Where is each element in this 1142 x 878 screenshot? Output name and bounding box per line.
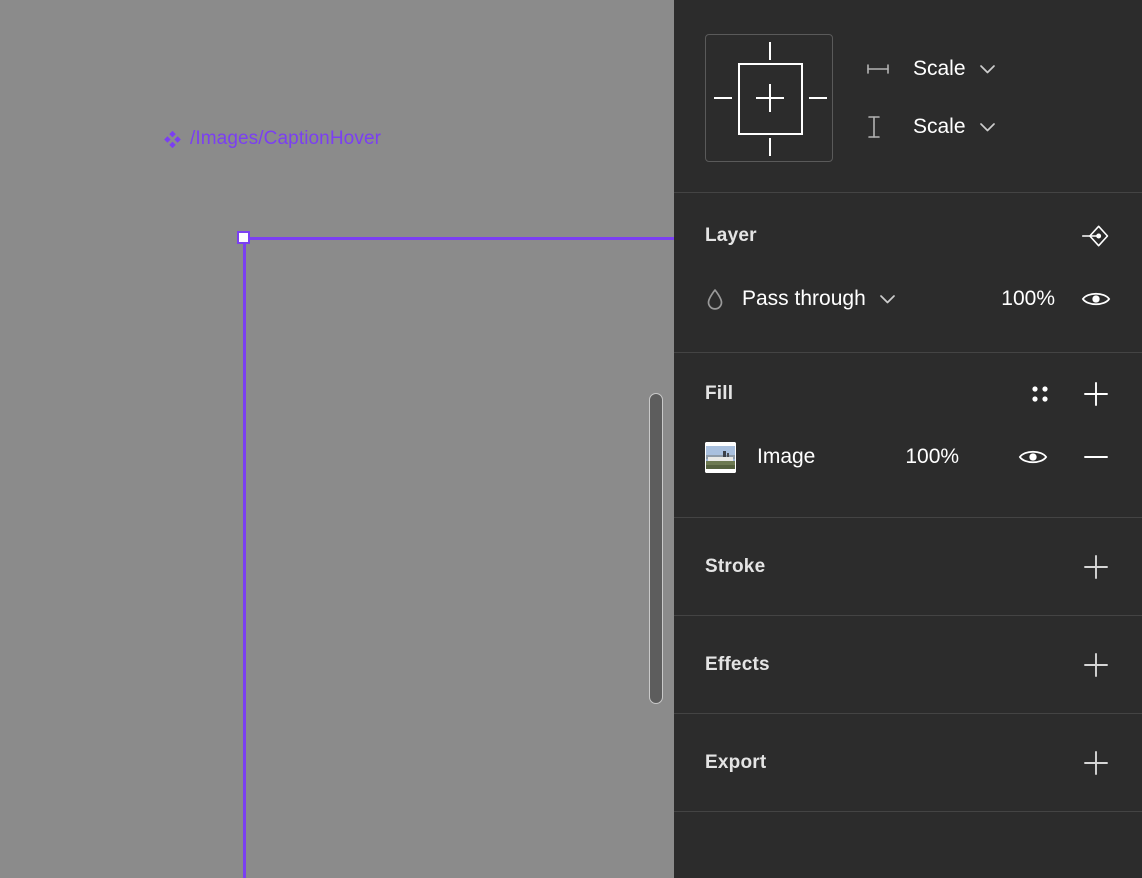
- layer-section-title: Layer: [705, 225, 757, 246]
- frame-label-text: /Images/CaptionHover: [190, 128, 382, 149]
- remove-fill-minus-icon[interactable]: [1081, 442, 1111, 472]
- layer-section: Layer Pass through 100%: [674, 193, 1142, 353]
- horizontal-constraint-value: Scale: [913, 57, 966, 80]
- stroke-section-title: Stroke: [705, 555, 766, 577]
- effects-section: Effects: [674, 616, 1142, 714]
- chevron-down-icon[interactable]: [879, 294, 896, 305]
- vertical-constraint-icon: [866, 116, 896, 138]
- constraint-dropdowns: Scale Scale: [866, 57, 996, 139]
- selection-outline: [243, 237, 674, 878]
- export-section-title: Export: [705, 751, 767, 773]
- add-effect-plus-icon[interactable]: [1081, 650, 1111, 680]
- blend-mode-drop-icon: [705, 287, 733, 311]
- mask-icon[interactable]: [1081, 221, 1111, 251]
- fill-image-thumbnail[interactable]: [705, 441, 736, 473]
- stroke-section: Stroke: [674, 518, 1142, 616]
- export-section-header: Export: [705, 748, 1111, 778]
- fill-section-header: Fill: [705, 375, 1111, 413]
- fill-visibility-eye-icon[interactable]: [1018, 442, 1048, 472]
- effects-section-header: Effects: [705, 650, 1111, 680]
- properties-panel: Scale Scale Layer Pass through 100% Fill…: [674, 0, 1142, 878]
- style-swatch-grid-icon[interactable]: [1025, 379, 1055, 409]
- export-section: Export: [674, 714, 1142, 812]
- effects-section-title: Effects: [705, 653, 770, 675]
- selection-handle-top-left[interactable]: [237, 231, 250, 244]
- add-export-plus-icon[interactable]: [1081, 748, 1111, 778]
- constraint-tick-left[interactable]: [714, 97, 732, 99]
- stroke-section-header: Stroke: [705, 552, 1111, 582]
- canvas-vertical-scrollbar[interactable]: [649, 393, 663, 704]
- layer-opacity-value[interactable]: 100%: [1001, 287, 1055, 311]
- layer-visibility-eye-icon[interactable]: [1081, 284, 1111, 314]
- fill-item-row: Image 100%: [705, 440, 1111, 474]
- constraints-widget[interactable]: [705, 34, 833, 162]
- add-fill-plus-icon[interactable]: [1081, 379, 1111, 409]
- fill-item-label[interactable]: Image: [757, 445, 815, 469]
- design-tool-window: /Images/CaptionHover Scale Scale Layer P…: [0, 0, 1142, 878]
- constraint-tick-top[interactable]: [769, 42, 771, 60]
- frame-label[interactable]: /Images/CaptionHover: [164, 128, 381, 150]
- horizontal-constraint-icon: [866, 58, 896, 80]
- fill-item-opacity[interactable]: 100%: [905, 445, 959, 469]
- horizontal-constraint-dropdown[interactable]: Scale: [866, 57, 996, 81]
- component-diamond-icon: [164, 130, 181, 148]
- vertical-constraint-value: Scale: [913, 115, 966, 138]
- constraint-tick-bottom[interactable]: [769, 138, 771, 156]
- constraints-center-crosshair-v: [769, 84, 771, 112]
- layer-blend-row: Pass through 100%: [705, 282, 1111, 316]
- chevron-down-icon: [979, 64, 996, 75]
- fill-section-title: Fill: [705, 383, 734, 404]
- design-canvas[interactable]: /Images/CaptionHover: [0, 0, 674, 878]
- layer-section-header: Layer: [705, 217, 1111, 255]
- fill-section: Fill Image 100%: [674, 353, 1142, 518]
- constraint-tick-right[interactable]: [809, 97, 827, 99]
- vertical-constraint-dropdown[interactable]: Scale: [866, 115, 996, 139]
- add-stroke-plus-icon[interactable]: [1081, 552, 1111, 582]
- panel-empty-area: [674, 812, 1142, 878]
- chevron-down-icon: [979, 122, 996, 133]
- constraints-section: Scale Scale: [674, 0, 1142, 193]
- blend-mode-value[interactable]: Pass through: [742, 287, 866, 311]
